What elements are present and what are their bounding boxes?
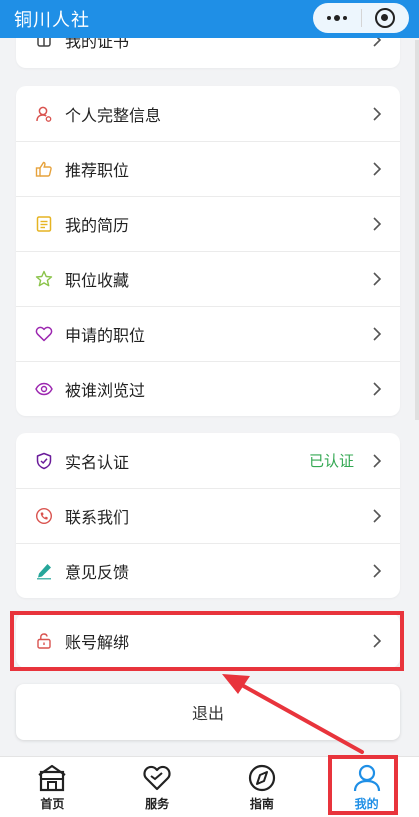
annotation-arrow bbox=[222, 674, 364, 754]
